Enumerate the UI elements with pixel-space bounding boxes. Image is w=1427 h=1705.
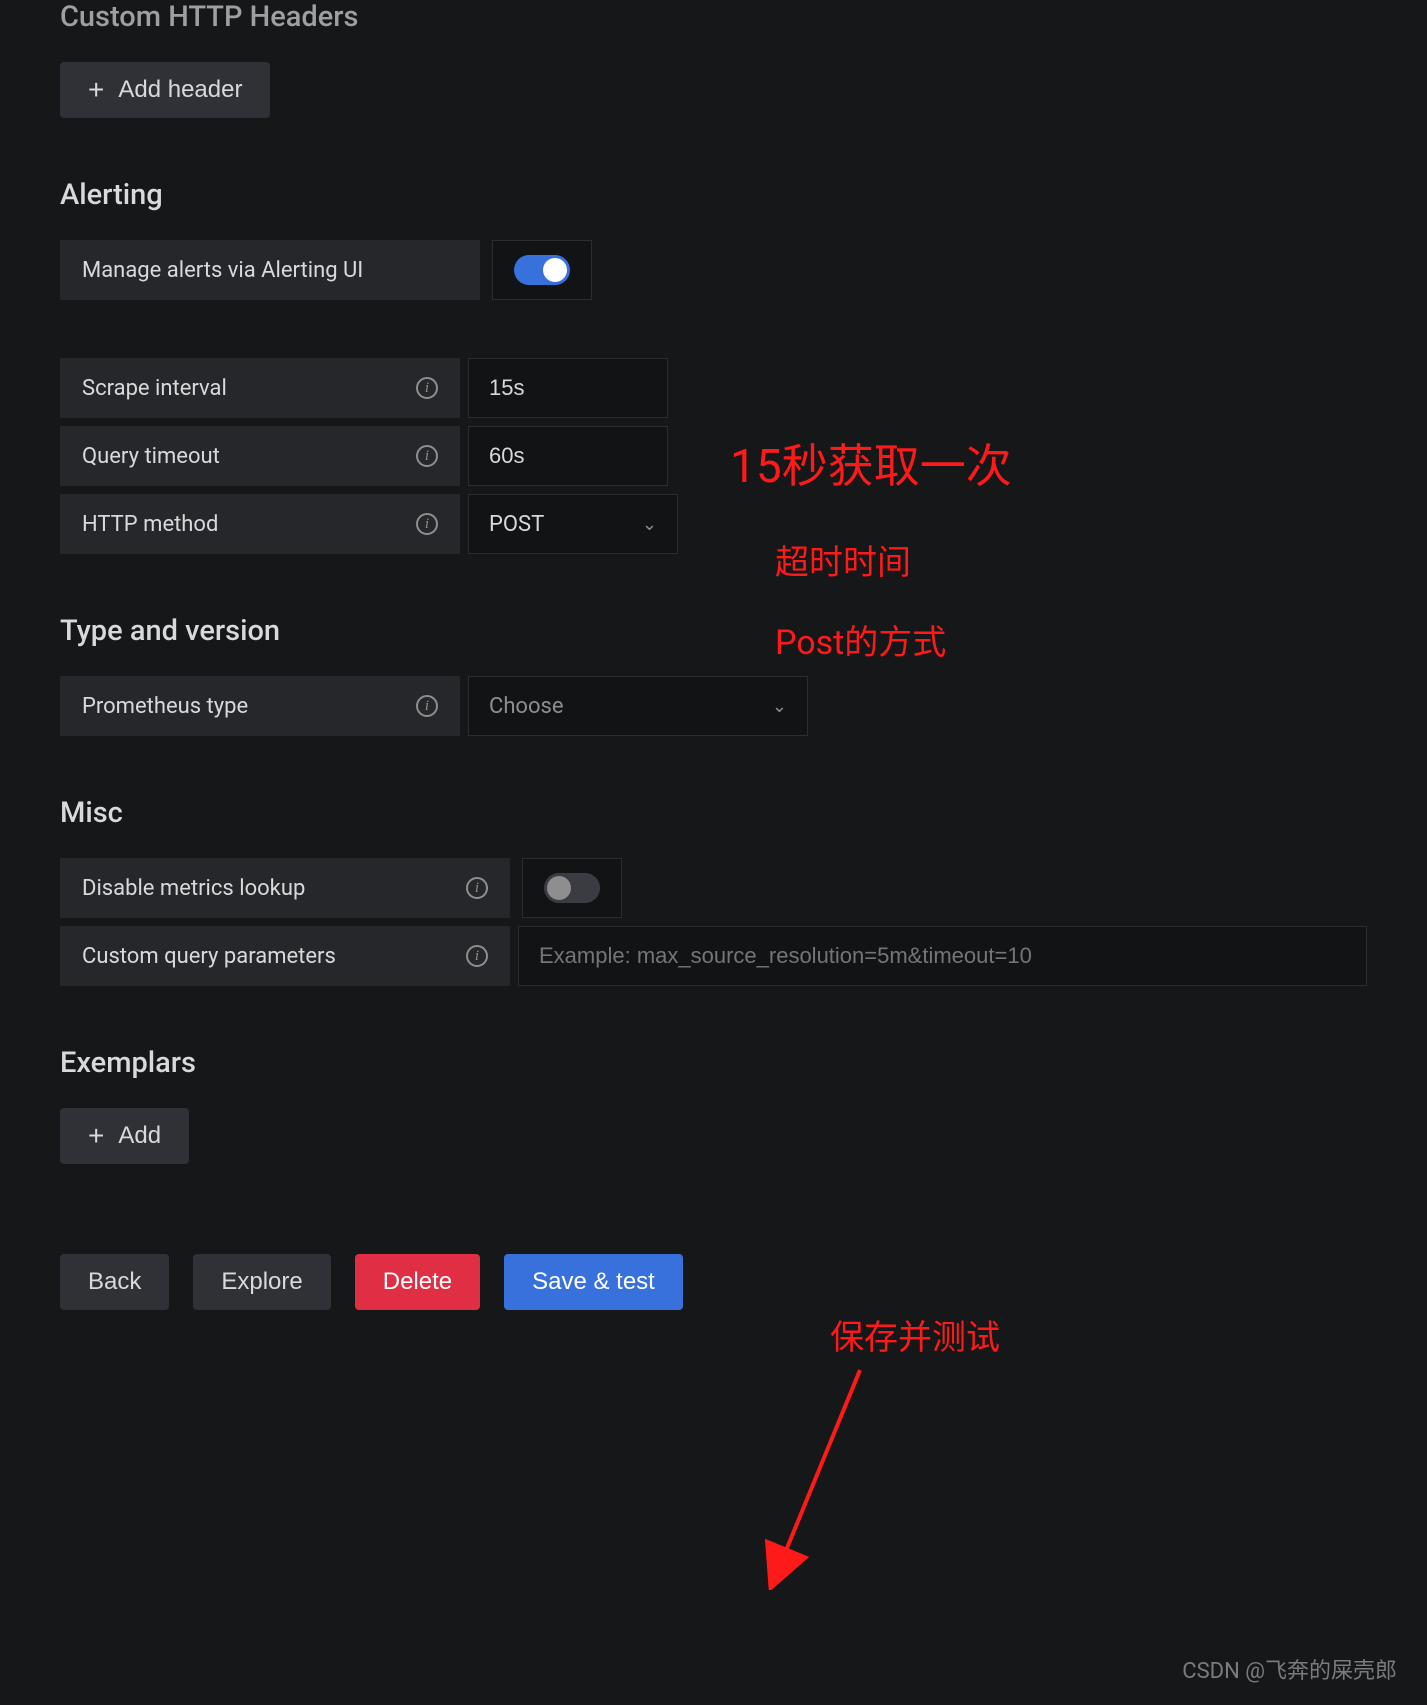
scrape-interval-input[interactable] xyxy=(489,375,647,401)
add-header-label: Add header xyxy=(118,76,242,104)
query-timeout-input-wrap xyxy=(468,426,668,486)
http-method-select[interactable]: POST ⌄ xyxy=(468,494,678,554)
annotation-method: Post的方式 xyxy=(775,615,946,664)
manage-alerts-toggle-wrap xyxy=(492,240,592,300)
arrow-icon xyxy=(760,1360,880,1590)
prometheus-type-text: Prometheus type xyxy=(82,694,248,719)
scrape-interval-text: Scrape interval xyxy=(82,376,227,401)
add-exemplar-label: Add xyxy=(118,1122,161,1150)
alerting-title: Alerting xyxy=(60,178,1367,212)
exemplars-title: Exemplars xyxy=(60,1046,1367,1080)
prometheus-type-select[interactable]: Choose ⌄ xyxy=(468,676,808,736)
prometheus-type-label: Prometheus type i xyxy=(60,676,460,736)
save-test-button[interactable]: Save & test xyxy=(504,1254,683,1310)
disable-lookup-toggle-wrap xyxy=(522,858,622,918)
http-method-label: HTTP method i xyxy=(60,494,460,554)
chevron-down-icon: ⌄ xyxy=(642,514,657,535)
info-icon[interactable]: i xyxy=(466,945,488,967)
plus-icon: + xyxy=(88,1122,104,1150)
scrape-interval-label: Scrape interval i xyxy=(60,358,460,418)
custom-headers-title: Custom HTTP Headers xyxy=(60,0,1367,34)
disable-lookup-text: Disable metrics lookup xyxy=(82,876,305,901)
watermark: CSDN @飞奔的屎壳郎 xyxy=(1182,1653,1397,1685)
custom-query-input-wrap xyxy=(518,926,1367,986)
info-icon[interactable]: i xyxy=(466,877,488,899)
manage-alerts-toggle[interactable] xyxy=(514,255,570,285)
annotation-save: 保存并测试 xyxy=(830,1310,1000,1359)
explore-button[interactable]: Explore xyxy=(193,1254,330,1310)
add-header-button[interactable]: + Add header xyxy=(60,62,270,118)
delete-button[interactable]: Delete xyxy=(355,1254,480,1310)
annotation-scrape: 15秒获取一次 xyxy=(730,430,1012,496)
http-method-text: HTTP method xyxy=(82,512,218,537)
custom-query-label: Custom query parameters i xyxy=(60,926,510,986)
custom-query-text: Custom query parameters xyxy=(82,944,336,969)
chevron-down-icon: ⌄ xyxy=(772,696,787,717)
plus-icon: + xyxy=(88,76,104,104)
info-icon[interactable]: i xyxy=(416,377,438,399)
back-button[interactable]: Back xyxy=(60,1254,169,1310)
query-timeout-label: Query timeout i xyxy=(60,426,460,486)
disable-lookup-label: Disable metrics lookup i xyxy=(60,858,510,918)
query-timeout-text: Query timeout xyxy=(82,444,220,469)
info-icon[interactable]: i xyxy=(416,695,438,717)
custom-query-input[interactable] xyxy=(539,943,1346,969)
disable-lookup-toggle[interactable] xyxy=(544,873,600,903)
add-exemplar-button[interactable]: + Add xyxy=(60,1108,189,1164)
manage-alerts-text: Manage alerts via Alerting UI xyxy=(82,258,363,283)
misc-title: Misc xyxy=(60,796,1367,830)
scrape-interval-input-wrap xyxy=(468,358,668,418)
info-icon[interactable]: i xyxy=(416,445,438,467)
http-method-value: POST xyxy=(489,512,544,537)
annotation-timeout: 超时时间 xyxy=(775,535,911,584)
query-timeout-input[interactable] xyxy=(489,443,647,469)
type-version-title: Type and version xyxy=(60,614,1367,648)
prometheus-type-placeholder: Choose xyxy=(489,694,564,719)
info-icon[interactable]: i xyxy=(416,513,438,535)
manage-alerts-label: Manage alerts via Alerting UI xyxy=(60,240,480,300)
